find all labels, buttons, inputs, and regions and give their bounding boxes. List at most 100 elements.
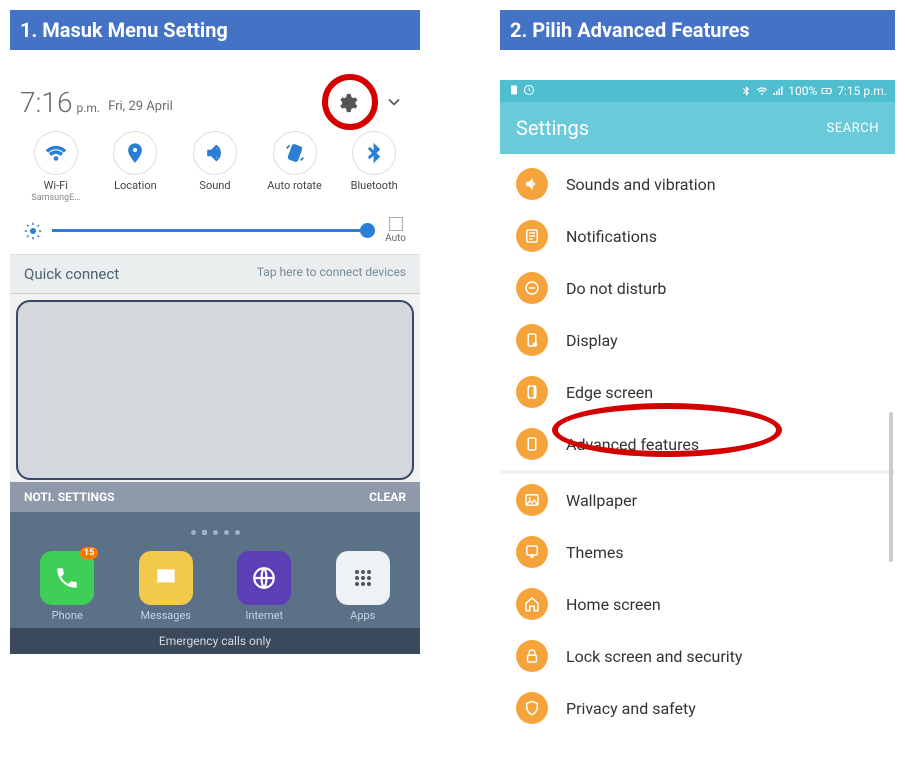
wifi-icon <box>756 85 768 97</box>
list-item-label: Notifications <box>566 227 657 246</box>
wallpaper-icon <box>516 484 548 516</box>
sound-icon <box>193 131 237 175</box>
qs-item-rotate[interactable]: Auto rotate <box>261 131 329 203</box>
quick-connect-hint: Tap here to connect devices <box>257 265 406 283</box>
settings-item-dnd[interactable]: Do not disturb <box>500 262 895 314</box>
qs-label: Auto rotate <box>261 179 329 192</box>
battery-charging-icon <box>821 85 833 97</box>
app-label: Apps <box>336 609 390 622</box>
edge-icon <box>516 376 548 408</box>
noti-settings-button[interactable]: NOTI. SETTINGS <box>24 490 115 504</box>
quick-connect-label: Quick connect <box>24 265 119 283</box>
status-bar: 100% 7:15 p.m. <box>500 80 895 102</box>
app-label: Phone <box>40 609 94 622</box>
emergency-calls-text: Emergency calls only <box>10 628 420 654</box>
list-item-label: Themes <box>566 543 624 562</box>
phone-icon: 15 <box>40 551 94 605</box>
shade-date: Fri, 29 April <box>108 99 173 114</box>
brightness-row: Auto <box>10 205 420 255</box>
quick-connect-row[interactable]: Quick connect Tap here to connect device… <box>10 255 420 294</box>
status-right-icons: 100% 7:15 p.m. <box>740 84 887 98</box>
phone-app[interactable]: 15 Phone <box>40 551 94 622</box>
clock-icon <box>523 84 535 96</box>
privacy-icon <box>516 692 548 724</box>
settings-title-text: Settings <box>516 116 589 140</box>
settings-item-home-screen[interactable]: Home screen <box>500 578 895 630</box>
settings-item-edge[interactable]: Edge screen <box>500 366 895 418</box>
bluetooth-icon <box>352 131 396 175</box>
apps-icon <box>336 551 390 605</box>
app-label: Messages <box>139 609 193 622</box>
shade-time: 7:16 <box>20 86 72 119</box>
settings-gear-button[interactable] <box>330 86 364 120</box>
expand-caret-icon[interactable] <box>384 92 404 112</box>
list-item-label: Privacy and safety <box>566 699 696 718</box>
auto-label: Auto <box>385 233 406 244</box>
sim-icon <box>508 84 520 96</box>
settings-item-notifications[interactable]: Notifications <box>500 210 895 262</box>
sound-icon <box>516 168 548 200</box>
settings-item-lock-screen[interactable]: Lock screen and security <box>500 630 895 682</box>
dnd-icon <box>516 272 548 304</box>
badge: 15 <box>80 547 98 559</box>
notification-card[interactable] <box>16 300 414 480</box>
notification-actions-bar: NOTI. SETTINGS CLEAR <box>10 482 420 512</box>
lock-icon <box>516 640 548 672</box>
brightness-icon <box>24 222 42 240</box>
messages-icon <box>139 551 193 605</box>
checkbox-icon <box>389 217 403 231</box>
apps-drawer[interactable]: Apps <box>336 551 390 622</box>
settings-item-display[interactable]: Display <box>500 314 895 366</box>
notification-shade-screenshot: 7:16 p.m. Fri, 29 April Wi-Fi SamsungE… <box>10 80 420 654</box>
qs-label: Sound <box>181 179 249 192</box>
settings-item-themes[interactable]: Themes <box>500 526 895 578</box>
shade-timebar: 7:16 p.m. Fri, 29 April <box>10 80 420 121</box>
settings-item-privacy[interactable]: Privacy and safety <box>500 682 895 734</box>
signal-icon <box>772 85 784 97</box>
step2-title: 2. Pilih Advanced Features <box>500 10 895 50</box>
messages-app[interactable]: Messages <box>139 551 193 622</box>
list-item-label: Do not disturb <box>566 279 666 298</box>
brightness-slider[interactable] <box>52 229 369 232</box>
list-item-label: Sounds and vibration <box>566 175 716 194</box>
qs-sublabel: SamsungE… <box>22 193 90 203</box>
qs-item-sound[interactable]: Sound <box>181 131 249 203</box>
clear-button[interactable]: CLEAR <box>369 490 406 504</box>
location-icon <box>113 131 157 175</box>
page-indicators <box>18 530 412 535</box>
internet-icon <box>237 551 291 605</box>
scrollbar[interactable] <box>889 412 893 562</box>
qs-item-wifi[interactable]: Wi-Fi SamsungE… <box>22 131 90 203</box>
settings-item-advanced-features[interactable]: Advanced features <box>500 418 895 470</box>
step-1-panel: 1. Masuk Menu Setting 7:16 p.m. Fri, 29 … <box>10 10 420 737</box>
settings-item-sounds[interactable]: Sounds and vibration <box>500 158 895 210</box>
home-screen-dimmed: 15 Phone Messages Internet <box>10 512 420 628</box>
app-label: Internet <box>237 609 291 622</box>
step1-title: 1. Masuk Menu Setting <box>10 10 420 50</box>
list-item-label: Home screen <box>566 595 661 614</box>
step-2-panel: 2. Pilih Advanced Features 100% 7:15 p.m… <box>500 10 895 737</box>
display-icon <box>516 324 548 356</box>
list-item-label: Lock screen and security <box>566 647 742 666</box>
list-item-label: Advanced features <box>566 435 699 454</box>
advanced-icon <box>516 428 548 460</box>
brightness-auto-toggle[interactable]: Auto <box>385 217 406 244</box>
qs-item-location[interactable]: Location <box>101 131 169 203</box>
quick-settings-row: Wi-Fi SamsungE… Location Sound Auto rot <box>10 121 420 205</box>
settings-titlebar: Settings SEARCH <box>500 102 895 154</box>
slider-thumb[interactable] <box>360 223 375 238</box>
internet-app[interactable]: Internet <box>237 551 291 622</box>
gear-icon <box>336 92 358 114</box>
notification-icon <box>516 220 548 252</box>
search-button[interactable]: SEARCH <box>827 121 879 136</box>
home-icon <box>516 588 548 620</box>
qs-item-bluetooth[interactable]: Bluetooth <box>340 131 408 203</box>
wifi-icon <box>34 131 78 175</box>
settings-item-wallpaper[interactable]: Wallpaper <box>500 474 895 526</box>
list-item-label: Wallpaper <box>566 491 637 510</box>
dock-row: 15 Phone Messages Internet <box>18 551 412 622</box>
bluetooth-icon <box>740 85 752 97</box>
shade-ampm: p.m. <box>76 101 100 115</box>
settings-list[interactable]: Sounds and vibration Notifications Do no… <box>500 154 895 738</box>
settings-app-screenshot: 100% 7:15 p.m. Settings SEARCH Sounds an… <box>500 80 895 760</box>
